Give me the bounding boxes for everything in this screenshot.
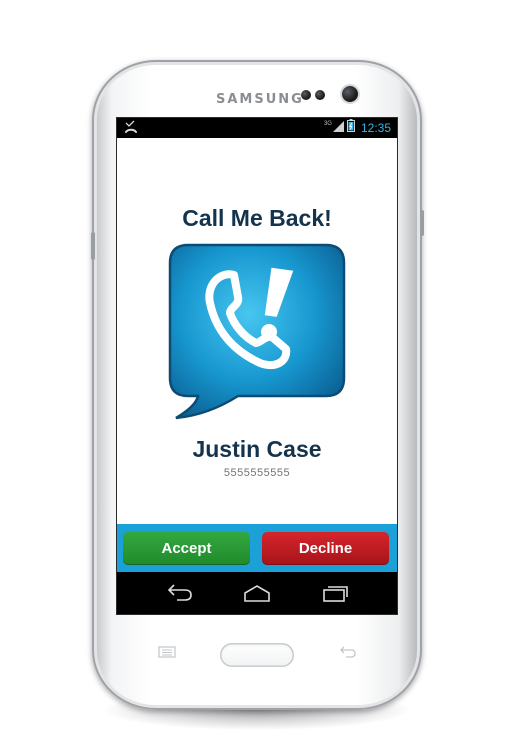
- contact-number: 5555555555: [223, 467, 291, 479]
- light-sensor: [315, 90, 325, 100]
- accept-button[interactable]: Accept: [123, 532, 250, 565]
- page-title: Call Me Back!: [182, 205, 332, 231]
- back-icon[interactable]: [335, 643, 359, 661]
- home-key[interactable]: [220, 643, 294, 667]
- status-icons: 3G 12:35: [323, 119, 391, 137]
- brand-logo: SAMSUNG: [216, 92, 304, 107]
- volume-key[interactable]: [91, 232, 95, 260]
- recents-icon[interactable]: [315, 580, 355, 606]
- menu-icon[interactable]: [155, 643, 179, 661]
- battery-icon: [346, 119, 355, 137]
- network-type: 3G: [323, 121, 332, 127]
- decline-button[interactable]: Decline: [262, 532, 389, 565]
- screen: 3G 12:35 Call Me Back! Justin Case 55555…: [117, 118, 397, 614]
- navigation-bar: [117, 572, 397, 614]
- back-icon[interactable]: [159, 580, 199, 606]
- contact-name: Justin Case: [192, 436, 322, 462]
- front-camera: [342, 86, 358, 102]
- status-bar: 3G 12:35: [117, 118, 397, 138]
- call-action-bar: Accept Decline: [117, 524, 397, 572]
- phone-callback-icon: [168, 243, 346, 421]
- status-time: 12:35: [360, 121, 391, 135]
- proximity-sensor: [301, 90, 311, 100]
- missed-call-icon: [125, 120, 137, 137]
- home-icon[interactable]: [237, 580, 277, 606]
- power-key[interactable]: [420, 210, 424, 236]
- signal-icon: [332, 119, 344, 137]
